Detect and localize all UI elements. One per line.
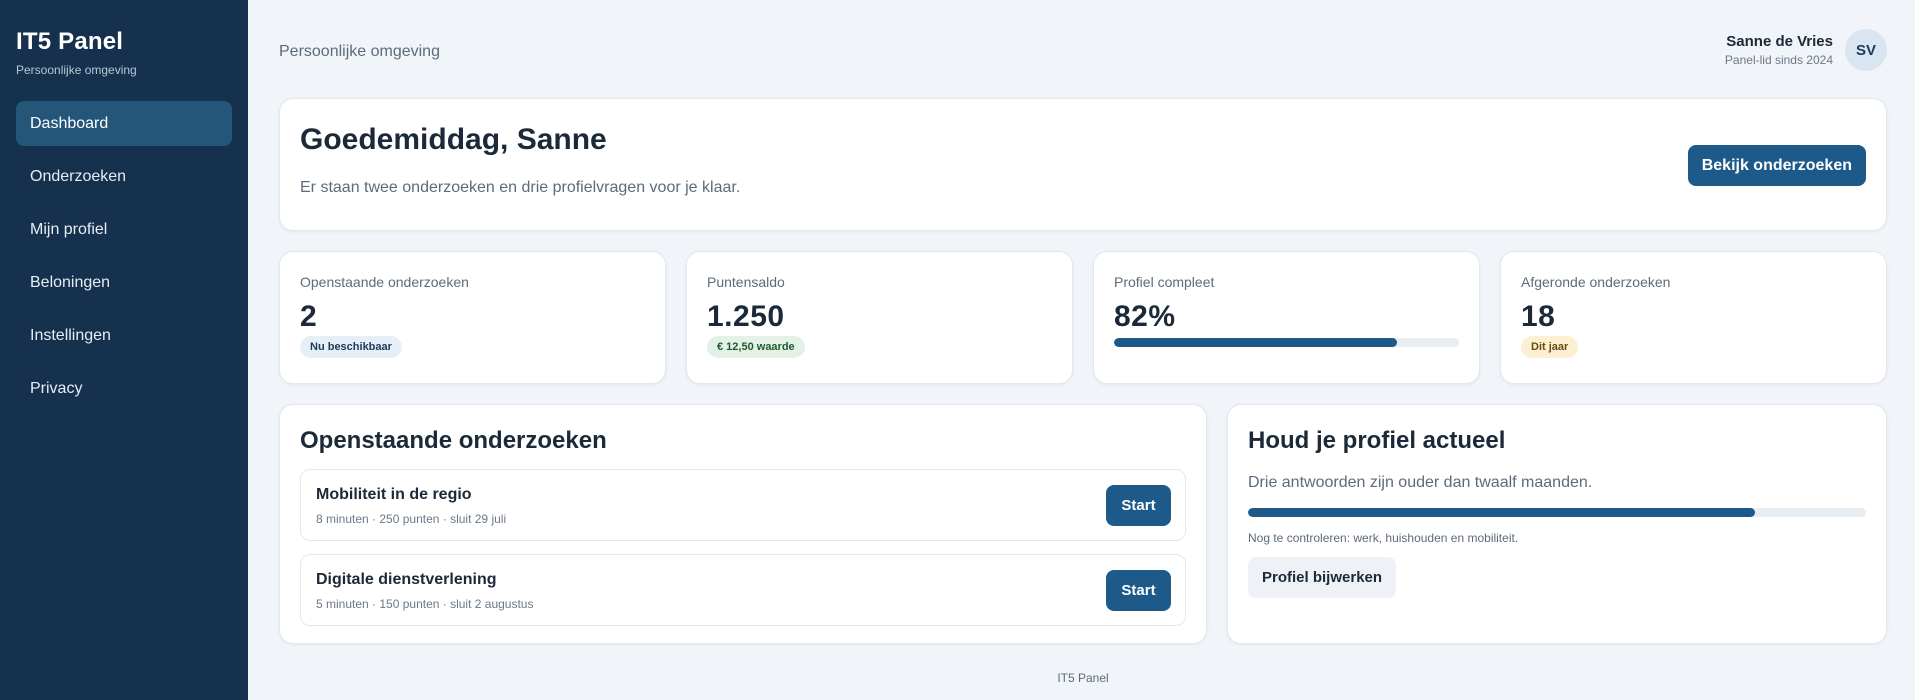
app-subtitle: Persoonlijke omgeving (16, 63, 137, 77)
stat-value: 82% (1114, 300, 1176, 333)
user-member-since: Panel-lid sinds 2024 (1724, 53, 1833, 67)
profile-text: Drie antwoorden zijn ouder dan twaalf ma… (1248, 474, 1593, 491)
survey-meta: 8 minuten · 250 punten · sluit 29 juli (316, 512, 507, 526)
content-row: Openstaande onderzoeken Mobiliteit in de… (279, 404, 1887, 644)
stat-completed-surveys: Afgeronde onderzoeken 18 Dit jaar (1500, 251, 1887, 384)
stat-value: 18 (1521, 300, 1556, 333)
stat-label: Openstaande onderzoeken (300, 274, 469, 290)
survey-name: Digitale dienstverlening (316, 571, 497, 588)
survey-name: Mobiliteit in de regio (316, 486, 472, 503)
sidebar-item-beloningen[interactable]: Beloningen (16, 260, 232, 305)
user-name: Sanne de Vries (1726, 33, 1833, 50)
profile-update-card: Houd je profiel actueel Drie antwoorden … (1227, 404, 1887, 644)
profile-update-progress-fill (1248, 508, 1755, 517)
sidebar-item-onderzoeken[interactable]: Onderzoeken (16, 154, 232, 199)
survey-meta: 5 minuten · 150 punten · sluit 2 augustu… (316, 597, 534, 611)
main-content: Persoonlijke omgeving Sanne de Vries Pan… (248, 0, 1915, 700)
status-badge: Nu beschikbaar (300, 336, 402, 358)
topbar: Persoonlijke omgeving Sanne de Vries Pan… (279, 0, 1887, 98)
profile-progress-bar (1114, 338, 1459, 347)
status-badge: Dit jaar (1521, 336, 1579, 358)
app-title: IT5 Panel (16, 28, 124, 55)
breadcrumb: Persoonlijke omgeving (279, 43, 440, 60)
stat-label: Profiel compleet (1114, 274, 1215, 290)
list-item: Digitale dienstverlening 5 minuten · 150… (300, 554, 1186, 626)
sidebar: IT5 Panel Persoonlijke omgeving Dashboar… (0, 0, 248, 700)
view-surveys-button[interactable]: Bekijk onderzoeken (1687, 145, 1866, 186)
user-menu[interactable]: Sanne de Vries Panel-lid sinds 2024 SV (1725, 29, 1887, 71)
sidebar-item-instellingen[interactable]: Instellingen (16, 313, 232, 358)
stat-points-balance: Puntensaldo 1.250 € 12,50 waarde (686, 251, 1073, 384)
stat-value: 1.250 (707, 300, 785, 333)
start-survey-button[interactable]: Start (1106, 485, 1171, 526)
stat-open-surveys: Openstaande onderzoeken 2 Nu beschikbaar (279, 251, 666, 384)
stat-value: 2 (300, 300, 318, 333)
section-title: Houd je profiel actueel (1248, 427, 1506, 454)
sidebar-item-privacy[interactable]: Privacy (16, 366, 232, 411)
sidebar-item-dashboard[interactable]: Dashboard (16, 101, 232, 146)
stat-label: Afgeronde onderzoeken (1521, 274, 1671, 290)
profile-update-progress-bar (1248, 508, 1866, 517)
profile-note: Nog te controleren: werk, huishouden en … (1248, 531, 1519, 545)
stats-row: Openstaande onderzoeken 2 Nu beschikbaar… (279, 251, 1887, 384)
sidebar-item-mijn-profiel[interactable]: Mijn profiel (16, 207, 232, 252)
welcome-card: Goedemiddag, Sanne Er staan twee onderzo… (279, 98, 1887, 231)
profile-progress-fill (1114, 338, 1397, 347)
stat-label: Puntensaldo (707, 274, 785, 290)
welcome-text: Er staan twee onderzoeken en drie profie… (300, 179, 741, 196)
update-profile-button[interactable]: Profiel bijwerken (1248, 557, 1397, 598)
status-badge: € 12,50 waarde (707, 336, 805, 358)
start-survey-button[interactable]: Start (1106, 570, 1171, 611)
footer: IT5 Panel (1057, 671, 1109, 685)
section-title: Openstaande onderzoeken (300, 427, 607, 454)
open-surveys-card: Openstaande onderzoeken Mobiliteit in de… (279, 404, 1207, 644)
avatar[interactable]: SV (1845, 29, 1887, 71)
stat-profile-complete: Profiel compleet 82% (1093, 251, 1480, 384)
page-title: Goedemiddag, Sanne (300, 123, 607, 156)
list-item: Mobiliteit in de regio 8 minuten · 250 p… (300, 469, 1186, 541)
user-info: Sanne de Vries Panel-lid sinds 2024 (1725, 33, 1833, 67)
sidebar-nav: Dashboard Onderzoeken Mijn profiel Belon… (16, 101, 232, 411)
